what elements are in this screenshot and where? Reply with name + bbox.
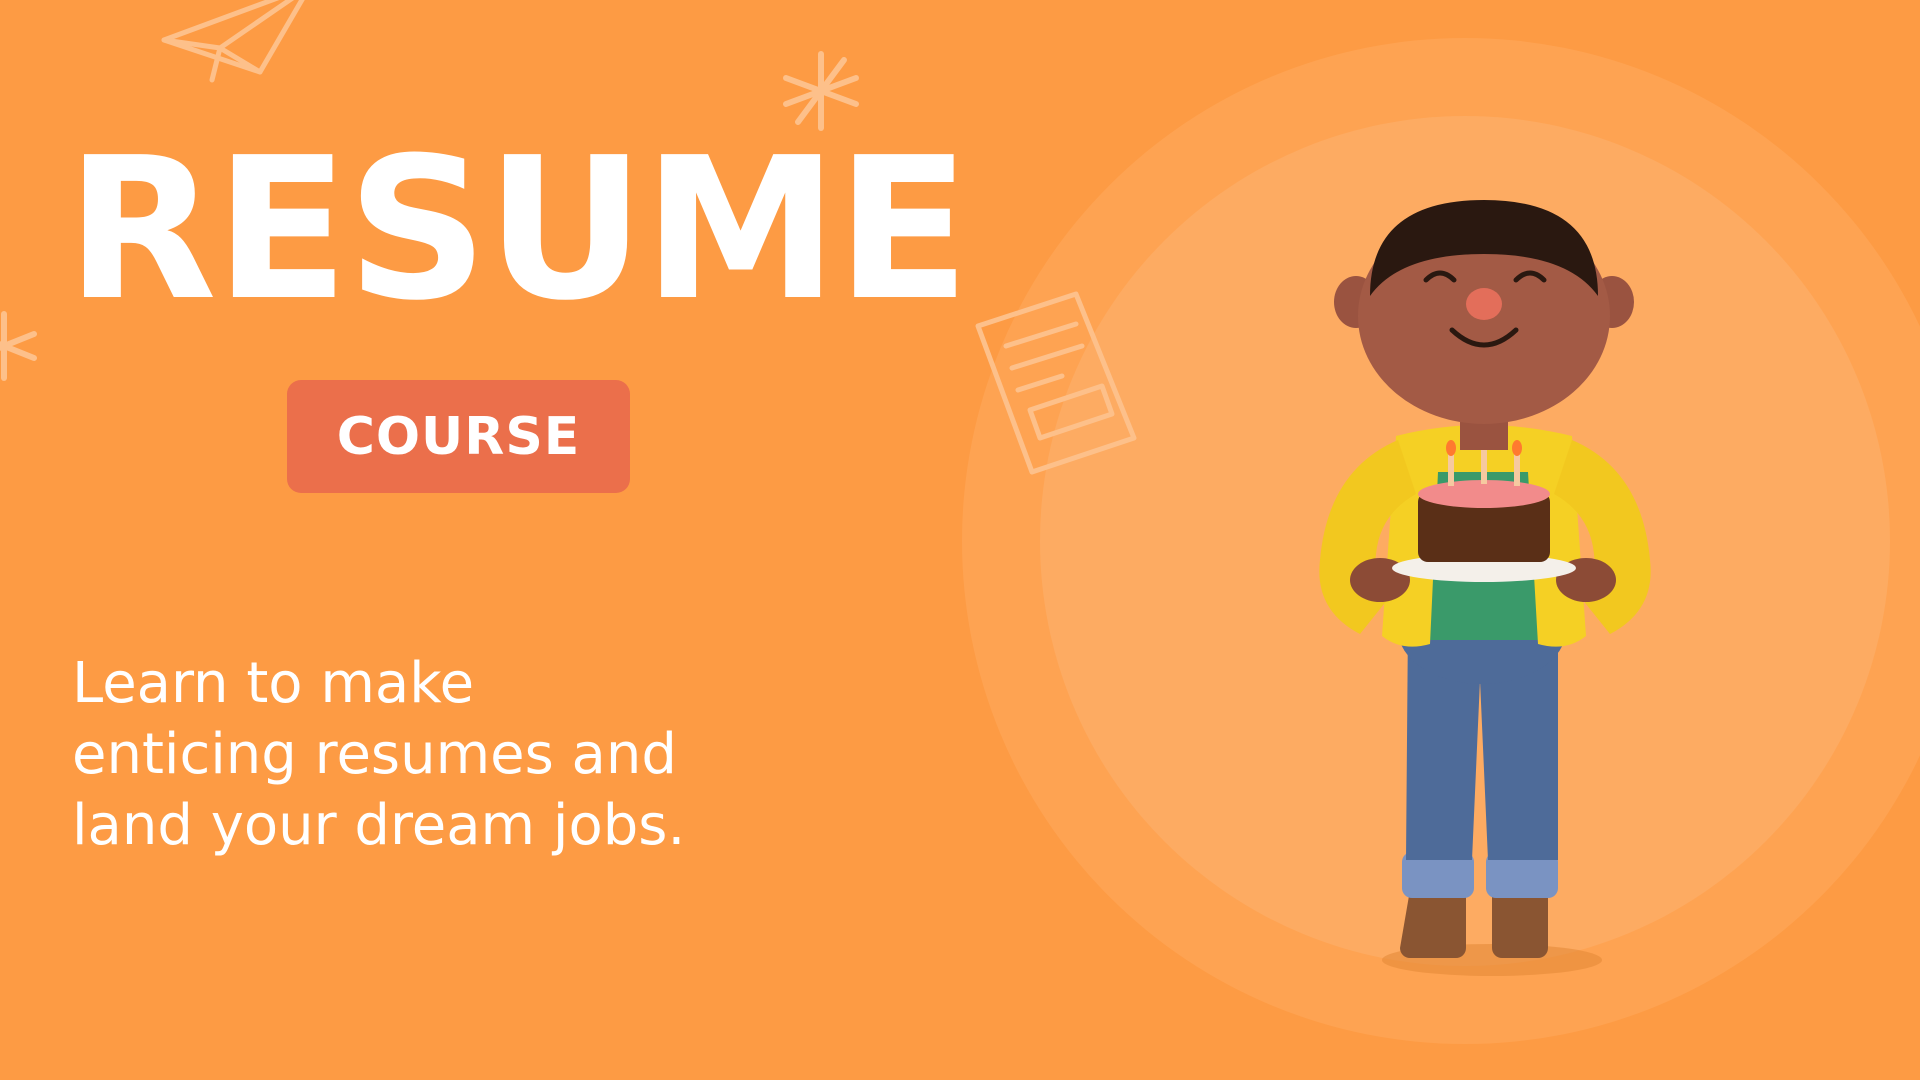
course-badge: COURSE: [287, 380, 630, 493]
character-illustration: [1230, 200, 1750, 1000]
slide-tagline: Learn to make enticing resumes and land …: [72, 651, 686, 858]
document-icon: [972, 288, 1142, 478]
asterisk-icon: [0, 308, 42, 384]
slide-title: RESUME: [66, 116, 970, 344]
paper-plane-icon: [150, 0, 320, 90]
